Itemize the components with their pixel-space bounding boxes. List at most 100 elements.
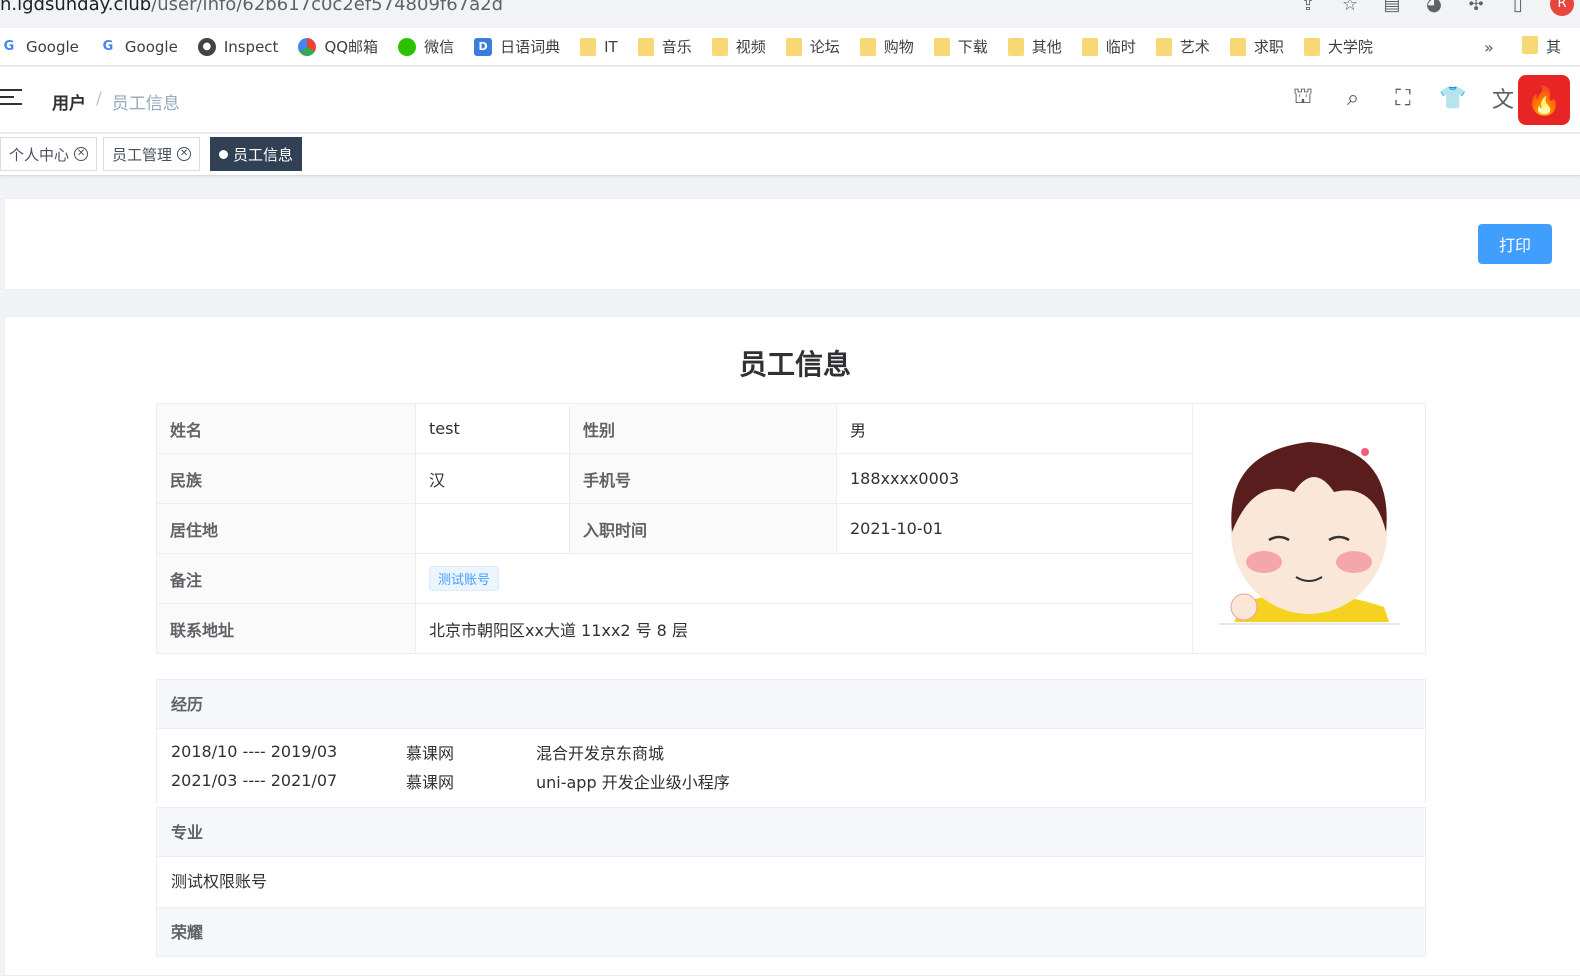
reading-list-icon[interactable]: ▤ — [1382, 0, 1402, 15]
tags-view: 个人中心 ✕ 员工管理 ✕ 员工信息 — [0, 134, 1580, 176]
folder-icon — [580, 37, 597, 56]
major-section: 专业 测试权限账号 — [156, 807, 1426, 907]
share-icon[interactable]: ⇪ — [1298, 0, 1318, 15]
print-button[interactable]: 打印 — [1478, 224, 1552, 264]
experience-heading: 经历 — [156, 679, 1426, 729]
value-ethnicity: 汉 — [415, 453, 570, 504]
bookmark-item[interactable]: 视频 — [711, 36, 766, 57]
sidebar-icon[interactable]: ▯ — [1508, 0, 1528, 15]
bookmark-item[interactable]: 临时 — [1081, 36, 1136, 57]
fullscreen-icon[interactable]: ⛶ — [1388, 83, 1418, 113]
bookmark-label: Google — [26, 37, 79, 56]
guide-icon[interactable]: ⛫ — [1288, 83, 1318, 113]
bookmarks-more-icon[interactable]: » — [1484, 38, 1494, 57]
bookmark-label: 下载 — [957, 38, 988, 56]
tab-label: 员工信息 — [233, 145, 294, 164]
bookmark-item[interactable]: 音乐 — [637, 36, 692, 57]
dictionary-icon: D — [474, 37, 493, 56]
google-icon: G — [3, 39, 15, 54]
list-item: 2018/10 ---- 2019/03 慕课网 混合开发京东商城 — [171, 737, 1411, 766]
value-gender: 男 — [836, 403, 1193, 454]
print-card: 打印 — [4, 198, 1580, 290]
tab-employee-management[interactable]: 员工管理 ✕ — [103, 137, 201, 171]
label-ethnicity: 民族 — [156, 453, 416, 504]
experience-org: 慕课网 — [406, 772, 455, 792]
experience-list: 2018/10 ---- 2019/03 慕课网 混合开发京东商城 2021/0… — [156, 729, 1426, 803]
breadcrumb-root[interactable]: 用户 — [52, 89, 86, 114]
fire-avatar-icon[interactable]: 🔥 — [1518, 75, 1570, 125]
bookmark-item[interactable]: ● Inspect — [197, 37, 278, 56]
folder-icon — [1303, 37, 1320, 56]
breadcrumb: 用户 / 员工信息 — [52, 89, 180, 114]
bookmark-item[interactable]: G Google — [99, 38, 178, 56]
star-icon[interactable]: ☆ — [1340, 0, 1360, 15]
extension-color-icon[interactable]: ◕ — [1424, 0, 1444, 15]
bookmark-item[interactable]: 求职 — [1229, 36, 1284, 57]
bookmark-item[interactable]: IT — [580, 37, 618, 56]
url-host: n.lgdsunday.club — [0, 0, 152, 15]
theme-shirt-icon[interactable]: 👕 — [1438, 83, 1468, 113]
bookmark-item[interactable]: 其 — [1522, 36, 1561, 57]
value-residence — [415, 503, 570, 554]
label-address: 联系地址 — [156, 603, 416, 654]
bookmark-item[interactable]: 大学院 — [1303, 36, 1373, 57]
bookmark-item[interactable]: D 日语词典 — [474, 36, 560, 57]
value-address: 北京市朝阳区xx大道 11xx2 号 8 层 — [415, 603, 1193, 654]
bookmark-label: 临时 — [1105, 38, 1136, 56]
honor-heading: 荣耀 — [156, 907, 1426, 957]
menu-toggle-icon[interactable] — [0, 89, 22, 109]
label-hire-date: 入职时间 — [569, 503, 837, 554]
browser-address-bar[interactable]: n.lgdsunday.club/user/info/62b617c0c2ef5… — [0, 0, 1580, 24]
folder-icon — [785, 37, 802, 56]
globe-icon: ● — [197, 37, 216, 56]
bookmark-item[interactable]: QQ邮箱 — [298, 36, 378, 57]
profile-avatar[interactable]: R — [1550, 0, 1574, 16]
browser-toolbar: ⇪ ☆ ▤ ◕ ✣ ▯ R — [1298, 0, 1580, 16]
breadcrumb-current: 员工信息 — [111, 94, 180, 114]
bookmark-item[interactable]: G Google — [0, 38, 79, 56]
value-name: test — [415, 403, 570, 454]
folder-icon — [1155, 37, 1172, 56]
experience-desc: uni-app 开发企业级小程序 — [536, 772, 730, 792]
experience-period: 2018/10 ---- 2019/03 — [171, 742, 338, 761]
label-name: 姓名 — [156, 403, 416, 454]
experience-org: 慕课网 — [406, 743, 455, 763]
bookmark-item[interactable]: 其他 — [1007, 36, 1062, 57]
page-title: 员工信息 — [738, 348, 851, 381]
puzzle-icon[interactable]: ✣ — [1466, 0, 1486, 15]
bookmark-label: 论坛 — [809, 38, 840, 56]
value-phone: 188xxxx0003 — [836, 453, 1193, 504]
wechat-icon — [398, 37, 417, 56]
bookmark-item[interactable]: 论坛 — [785, 36, 840, 57]
bookmark-label: 音乐 — [661, 38, 692, 56]
major-heading: 专业 — [156, 807, 1426, 857]
bookmark-label: QQ邮箱 — [324, 38, 379, 56]
close-icon[interactable]: ✕ — [177, 147, 192, 161]
folder-icon — [1522, 36, 1538, 54]
tab-employee-info[interactable]: 员工信息 — [210, 137, 303, 171]
bookmark-label: 艺术 — [1179, 38, 1210, 56]
tab-label: 员工管理 — [112, 145, 173, 164]
folder-icon — [637, 37, 654, 56]
label-residence: 居住地 — [156, 503, 416, 554]
list-item: 2021/03 ---- 2021/07 慕课网 uni-app 开发企业级小程… — [171, 766, 1411, 795]
remark-tag: 测试账号 — [429, 566, 500, 591]
active-dot-icon — [219, 149, 228, 159]
experience-desc: 混合开发京东商城 — [536, 743, 665, 763]
language-icon[interactable]: 文 — [1488, 83, 1518, 113]
bookmark-item[interactable]: 购物 — [859, 36, 914, 57]
tab-personal-center[interactable]: 个人中心 ✕ — [0, 137, 98, 171]
close-icon[interactable]: ✕ — [74, 147, 89, 161]
bookmark-item[interactable]: 微信 — [398, 36, 454, 57]
search-icon[interactable]: ⌕ — [1338, 83, 1368, 113]
folder-icon — [711, 37, 728, 56]
bookmarks-bar: G Google G Google ● Inspect QQ邮箱 微信 D 日语词典 IT 音乐 视频 论… — [0, 28, 1580, 66]
bookmark-item[interactable]: 艺术 — [1155, 36, 1210, 57]
app-header: 用户 / 员工信息 ⛫ ⌕ ⛶ 👕 文 🔥 — [0, 67, 1580, 133]
url-text[interactable]: n.lgdsunday.club/user/info/62b617c0c2ef5… — [0, 0, 503, 15]
folder-icon — [1081, 37, 1098, 56]
bookmark-label: 日语词典 — [500, 38, 561, 56]
breadcrumb-separator: / — [96, 89, 102, 109]
bookmark-item[interactable]: 下载 — [933, 36, 988, 57]
experience-period: 2021/03 ---- 2021/07 — [171, 771, 338, 790]
